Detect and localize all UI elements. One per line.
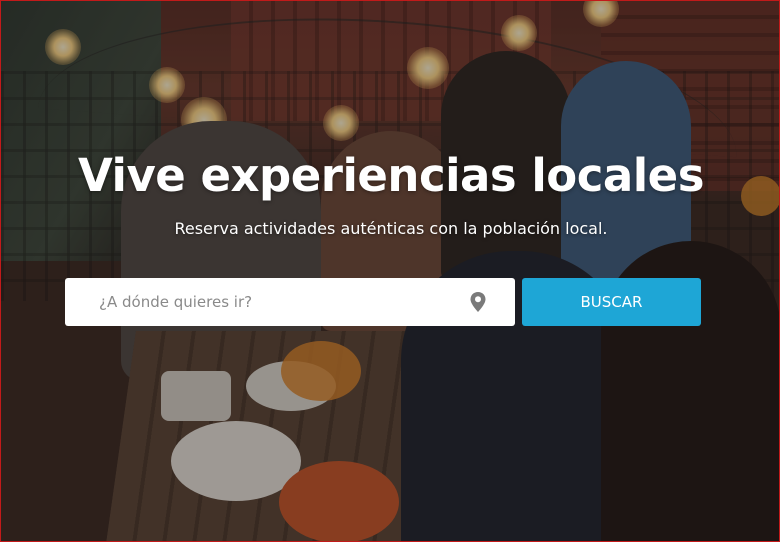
hero-subtitle: Reserva actividades auténticas con la po… bbox=[174, 219, 608, 238]
search-button[interactable]: BUSCAR bbox=[522, 278, 701, 326]
hero-title: Vive experiencias locales bbox=[78, 149, 704, 202]
hero-section: Vive experiencias locales Reserva activi… bbox=[0, 0, 780, 542]
search-box bbox=[65, 278, 515, 326]
hero-content: Vive experiencias locales Reserva activi… bbox=[1, 1, 779, 541]
map-pin-icon bbox=[469, 291, 487, 313]
destination-search-input[interactable] bbox=[65, 278, 465, 326]
